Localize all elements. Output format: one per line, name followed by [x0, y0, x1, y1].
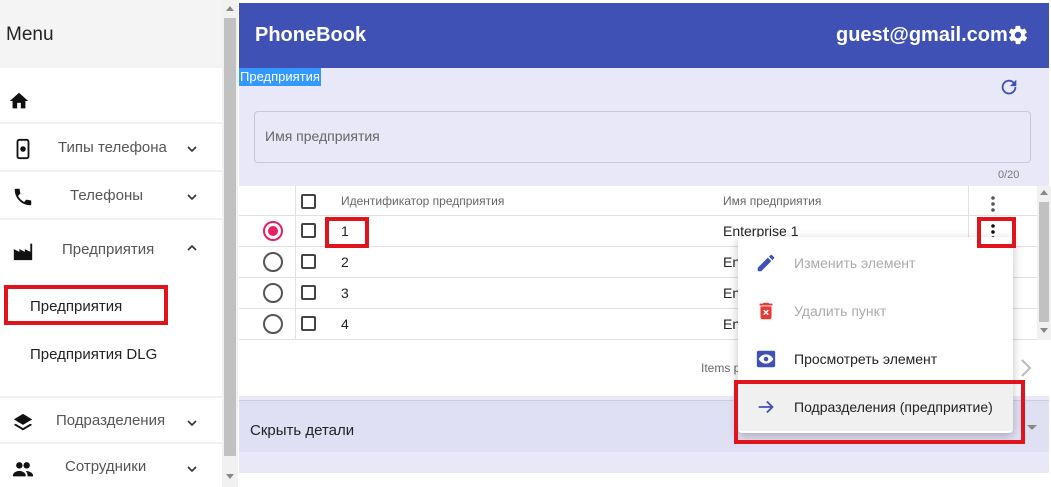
row-radio[interactable] [263, 252, 283, 272]
cell-id: 3 [341, 285, 349, 301]
sidebar-item-enterprises[interactable]: Предприятия [0, 220, 222, 278]
row-radio[interactable] [263, 283, 283, 303]
row-checkbox[interactable] [301, 254, 316, 269]
people-icon [12, 462, 34, 477]
sidebar-item-label: Предприятия [62, 241, 155, 258]
row-checkbox[interactable] [301, 223, 316, 238]
caret-down-icon [1027, 425, 1037, 430]
sidebar-item-label: Подразделения [56, 412, 166, 429]
column-header-name[interactable]: Имя предприятия [723, 194, 821, 208]
menu-item-edit[interactable]: Изменить элемент [738, 239, 1013, 287]
sidebar-item-phone-types[interactable]: Типы телефона [0, 124, 222, 172]
cell-id: 4 [341, 316, 349, 332]
chevron-down-icon [187, 420, 197, 427]
items-per-page-label: Items p [701, 361, 741, 375]
phone-icon [14, 188, 32, 206]
sidebar-scrollbar-thumb[interactable] [224, 18, 236, 456]
app-root: Menu Типы телефона Телефоны Предприятия … [0, 0, 1051, 487]
menu-item-label: Просмотреть элемент [794, 351, 938, 367]
pencil-icon [757, 254, 775, 272]
enterprise-name-input[interactable] [265, 128, 1005, 144]
table-scroll-down-icon[interactable] [1040, 328, 1048, 333]
eye-icon [756, 350, 776, 368]
select-all-checkbox[interactable] [301, 194, 316, 209]
menu-item-label: Удалить пункт [794, 303, 887, 319]
scroll-down-arrow-icon[interactable] [226, 474, 234, 479]
highlight-box [977, 217, 1016, 248]
sidebar-item-label: Типы телефона [58, 139, 167, 156]
sidebar: Menu Типы телефона Телефоны Предприятия … [0, 0, 222, 487]
highlight-box [734, 380, 1025, 444]
home-icon [9, 92, 29, 109]
phone-settings-icon [16, 138, 30, 160]
row-checkbox[interactable] [301, 285, 316, 300]
table-scroll-up-icon[interactable] [1040, 190, 1048, 195]
row-radio[interactable] [263, 314, 283, 334]
chevron-down-icon [187, 146, 197, 153]
menu-item-label: Изменить элемент [794, 255, 916, 271]
sidebar-item-employees[interactable]: Сотрудники [0, 444, 222, 487]
sidebar-item-departments[interactable]: Подразделения [0, 396, 222, 444]
table-scrollbar-thumb[interactable] [1039, 202, 1049, 322]
hide-details-label: Скрыть детали [250, 422, 355, 439]
row-checkbox[interactable] [301, 316, 316, 331]
sidebar-header: Menu [0, 0, 222, 68]
highlight-box [4, 285, 168, 325]
scroll-up-arrow-icon[interactable] [226, 6, 234, 11]
breadcrumb: Предприятия [239, 68, 321, 86]
factory-icon [13, 243, 33, 261]
more-vert-icon[interactable] [991, 196, 995, 212]
chevron-down-icon [187, 466, 197, 473]
highlight-box [325, 217, 369, 248]
menu-item-delete[interactable]: Удалить пункт [738, 287, 1013, 335]
sidebar-item-label: Телефоны [70, 187, 144, 204]
user-email[interactable]: guest@gmail.com [836, 24, 1008, 47]
sidebar-item-label: Сотрудники [65, 458, 147, 475]
sidebar-item-home[interactable] [0, 76, 222, 124]
app-bar: PhoneBook guest@gmail.com [239, 3, 1049, 68]
trash-icon [759, 302, 773, 320]
refresh-icon[interactable] [998, 76, 1020, 98]
table-header: Идентификатор предприятия Имя предприяти… [239, 186, 1037, 216]
chevron-down-icon [187, 194, 197, 201]
sidebar-item-phones[interactable]: Телефоны [0, 172, 222, 220]
row-radio-selected[interactable] [263, 221, 283, 241]
layers-icon [13, 413, 33, 431]
column-header-id[interactable]: Идентификатор предприятия [341, 194, 504, 208]
chevron-up-icon [187, 244, 197, 251]
chevron-right-icon[interactable] [1019, 358, 1033, 378]
character-counter: 0/20 [998, 169, 1020, 181]
cell-id: 2 [341, 254, 349, 270]
enterprise-name-field[interactable] [254, 111, 1031, 163]
gear-icon[interactable] [1007, 24, 1029, 46]
app-title: PhoneBook [255, 24, 367, 46]
sidebar-subitem-enterprises-dlg[interactable]: Предприятия DLG [30, 346, 157, 363]
menu-item-view[interactable]: Просмотреть элемент [738, 335, 1013, 383]
